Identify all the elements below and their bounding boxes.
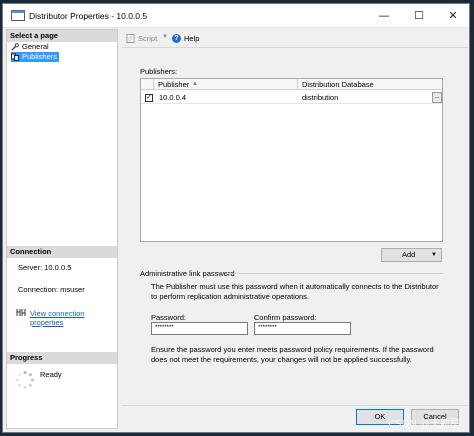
column-header-distribution-database[interactable]: Distribution Database <box>298 79 442 90</box>
dropdown-arrow-icon: ▼ <box>431 252 437 258</box>
help-button[interactable]: ? Help <box>172 34 199 43</box>
add-button-label: Add <box>402 250 416 259</box>
distribution-database-cell: distribution <box>302 93 339 102</box>
grid-header-blank <box>141 79 154 90</box>
progress-status: Ready <box>40 370 62 379</box>
app-icon <box>11 10 25 21</box>
wrench-icon <box>11 43 19 51</box>
progress-spinner-icon <box>15 370 35 390</box>
view-connection-icon <box>16 309 26 316</box>
add-button[interactable]: Add ▼ <box>381 248 442 262</box>
progress-header: Progress <box>7 352 117 364</box>
publisher-icon <box>11 53 19 61</box>
table-row[interactable]: ✓ 10.0.0.4 distribution ... <box>141 91 442 104</box>
publisher-cell: 10.0.0.4 <box>159 93 187 102</box>
page-item-label: General <box>22 42 49 51</box>
page-item-publishers[interactable]: Publishers <box>11 52 60 62</box>
select-page-header: Select a page <box>7 30 117 42</box>
maximize-button[interactable]: ☐ <box>404 6 434 26</box>
title-bar: Distributor Properties - 10.0.0.5 — ☐ ✕ <box>3 4 469 28</box>
confirm-password-label: Confirm password: <box>254 313 317 322</box>
footer-divider <box>122 405 468 406</box>
toolbar: Script ▼ ? Help <box>122 30 468 48</box>
column-header-label: Publisher <box>158 80 190 89</box>
close-button[interactable]: ✕ <box>438 6 468 26</box>
publishers-grid: Publisher ▲ Distribution Database ✓ 10.0… <box>140 78 443 242</box>
column-header-label: Distribution Database <box>302 80 374 89</box>
script-button[interactable]: Script <box>126 34 157 43</box>
script-label: Script <box>138 34 158 43</box>
page-item-label: Publishers <box>22 52 58 61</box>
watermark-text: CSDN @天航星 <box>388 419 460 430</box>
script-icon <box>126 34 135 43</box>
window-title: Distributor Properties - 10.0.0.5 <box>29 11 148 21</box>
password-field[interactable]: ******** <box>151 322 248 335</box>
connection-header: Connection <box>7 246 117 258</box>
view-connection-properties-link[interactable]: View connection properties <box>30 309 117 327</box>
distributor-properties-window: Distributor Properties - 10.0.0.5 — ☐ ✕ … <box>2 3 470 433</box>
sort-ascending-icon: ▲ <box>192 81 198 87</box>
help-label: Help <box>184 34 200 43</box>
server-text: Server: 10.0.0.5 <box>18 263 72 272</box>
connection-text: Connection: msuser <box>18 285 85 294</box>
browse-ellipsis-button[interactable]: ... <box>432 92 442 103</box>
password-policy-note: Ensure the password you enter meets pass… <box>151 345 434 364</box>
script-dropdown-icon[interactable]: ▼ <box>162 34 168 40</box>
password-label: Password: <box>151 313 187 322</box>
admin-link-description: The Publisher must use this password whe… <box>151 282 439 301</box>
confirm-password-field[interactable]: ******** <box>254 322 351 335</box>
publishers-label: Publishers: <box>140 67 178 76</box>
left-pane: Select a page General Publishers Connect… <box>6 29 118 429</box>
section-divider <box>225 273 443 274</box>
grid-header: Publisher ▲ Distribution Database <box>141 79 442 90</box>
page-item-general[interactable]: General <box>11 42 51 52</box>
minimize-button[interactable]: — <box>369 6 399 26</box>
column-header-publisher[interactable]: Publisher ▲ <box>154 79 298 90</box>
publisher-checkbox[interactable]: ✓ <box>145 94 153 102</box>
help-icon: ? <box>172 34 181 43</box>
admin-link-password-label: Administrative link password <box>140 269 235 278</box>
